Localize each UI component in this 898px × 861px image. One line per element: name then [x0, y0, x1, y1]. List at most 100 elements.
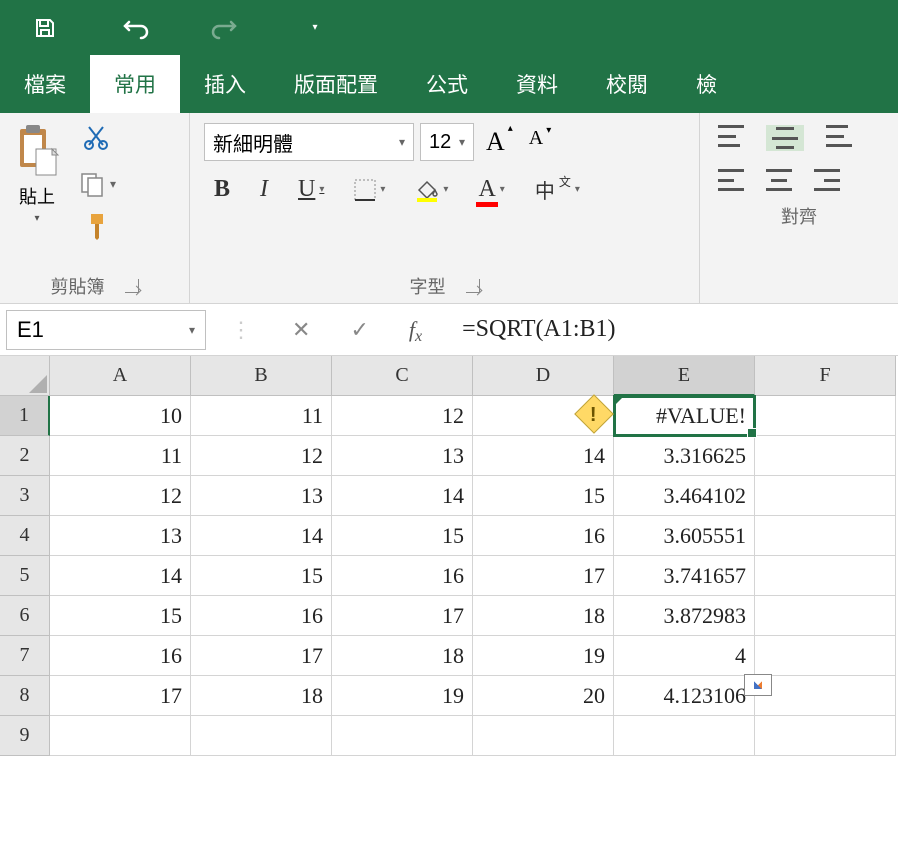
name-box[interactable]: E1 ▾ [6, 310, 206, 350]
tab-5[interactable]: 資料 [492, 55, 582, 113]
insert-function-button[interactable]: fx [409, 317, 422, 343]
tab-1[interactable]: 常用 [90, 55, 180, 113]
cell[interactable]: 16 [191, 596, 332, 636]
cancel-formula-button[interactable]: ✕ [292, 317, 310, 343]
cell[interactable]: 16 [473, 516, 614, 556]
redo-icon[interactable] [210, 13, 240, 43]
cell[interactable]: 11 [191, 396, 332, 436]
column-header[interactable]: F [755, 356, 896, 396]
tab-0[interactable]: 檔案 [0, 55, 90, 113]
increase-font-button[interactable]: A▴ [486, 127, 505, 157]
cell[interactable]: 18 [473, 596, 614, 636]
cell[interactable] [755, 596, 896, 636]
cell[interactable]: 3.872983 [614, 596, 755, 636]
column-header[interactable]: B [191, 356, 332, 396]
font-color-button[interactable]: A ▾ [478, 176, 504, 203]
cell[interactable]: 17 [191, 636, 332, 676]
tab-3[interactable]: 版面配置 [270, 55, 402, 113]
fill-color-button[interactable]: ▾ [415, 178, 448, 202]
cell[interactable]: 12 [50, 476, 191, 516]
row-header[interactable]: 6 [0, 596, 50, 636]
save-icon[interactable] [30, 13, 60, 43]
column-header[interactable]: C [332, 356, 473, 396]
cell[interactable]: 10 [50, 396, 191, 436]
row-header[interactable]: 3 [0, 476, 50, 516]
cell[interactable]: 4.123106 [614, 676, 755, 716]
copy-button[interactable]: ▾ [78, 170, 116, 198]
dialog-launcher-icon[interactable] [466, 279, 480, 293]
cell[interactable] [755, 636, 896, 676]
row-header[interactable]: 8 [0, 676, 50, 716]
cut-button[interactable] [83, 123, 111, 156]
cell[interactable] [755, 516, 896, 556]
align-top-button[interactable] [718, 125, 744, 151]
cell[interactable]: 18 [332, 636, 473, 676]
cell[interactable]: 19 [332, 676, 473, 716]
cell[interactable]: 14 [50, 556, 191, 596]
cell[interactable]: 4 [614, 636, 755, 676]
tab-4[interactable]: 公式 [402, 55, 492, 113]
cell[interactable] [50, 716, 191, 756]
tab-7[interactable]: 檢 [672, 55, 741, 113]
underline-button[interactable]: U▾ [298, 176, 324, 203]
column-header[interactable]: D [473, 356, 614, 396]
cell[interactable]: 15 [191, 556, 332, 596]
select-all-corner[interactable] [0, 356, 50, 396]
qat-customize-icon[interactable]: ▾ [300, 13, 330, 43]
cell[interactable]: 12 [191, 436, 332, 476]
cell[interactable] [473, 716, 614, 756]
cell[interactable]: 3.316625 [614, 436, 755, 476]
cell[interactable] [755, 556, 896, 596]
cell[interactable]: 15 [332, 516, 473, 556]
row-header[interactable]: 9 [0, 716, 50, 756]
cell[interactable] [755, 476, 896, 516]
cell[interactable]: 15 [473, 476, 614, 516]
row-header[interactable]: 1 [0, 396, 50, 436]
cell[interactable]: #VALUE! [614, 396, 755, 436]
dialog-launcher-icon[interactable] [125, 279, 139, 293]
align-right-button[interactable] [814, 169, 840, 191]
borders-button[interactable]: ▾ [354, 179, 385, 201]
cell[interactable] [332, 716, 473, 756]
cell[interactable]: 17 [50, 676, 191, 716]
cell[interactable]: 11 [50, 436, 191, 476]
cell[interactable] [755, 676, 896, 716]
cell[interactable]: 16 [332, 556, 473, 596]
cell[interactable]: 19 [473, 636, 614, 676]
align-center-button[interactable] [766, 169, 792, 191]
cell[interactable]: 17 [332, 596, 473, 636]
align-middle-button[interactable] [766, 125, 804, 151]
align-bottom-button[interactable] [826, 125, 852, 151]
italic-button[interactable]: I [260, 176, 268, 203]
cell[interactable] [614, 716, 755, 756]
font-size-selector[interactable]: 12 ▾ [420, 123, 474, 161]
cell[interactable]: 12 [332, 396, 473, 436]
undo-icon[interactable] [120, 13, 150, 43]
row-header[interactable]: 2 [0, 436, 50, 476]
spreadsheet-grid[interactable]: ABCDEF110111213#VALUE!2111213143.3166253… [0, 356, 898, 756]
cell[interactable]: 3.605551 [614, 516, 755, 556]
decrease-font-button[interactable]: A▾ [515, 127, 543, 157]
enter-formula-button[interactable]: ✓ [350, 317, 368, 343]
cell[interactable] [755, 436, 896, 476]
cell[interactable]: 13 [191, 476, 332, 516]
cell[interactable]: 3.741657 [614, 556, 755, 596]
column-header[interactable]: A [50, 356, 191, 396]
cell[interactable]: 15 [50, 596, 191, 636]
cell[interactable] [191, 716, 332, 756]
font-name-selector[interactable]: 新細明體 ▾ [204, 123, 414, 161]
cell[interactable] [755, 396, 896, 436]
row-header[interactable]: 4 [0, 516, 50, 556]
cell[interactable] [755, 716, 896, 756]
align-left-button[interactable] [718, 169, 744, 191]
cell[interactable]: 16 [50, 636, 191, 676]
cell[interactable]: 13 [50, 516, 191, 556]
row-header[interactable]: 5 [0, 556, 50, 596]
cell[interactable]: 18 [191, 676, 332, 716]
paste-button[interactable]: 貼上 ▾ [8, 119, 66, 228]
cell[interactable]: 14 [473, 436, 614, 476]
cell[interactable]: 3.464102 [614, 476, 755, 516]
cell[interactable]: 14 [332, 476, 473, 516]
cell[interactable]: 17 [473, 556, 614, 596]
row-header[interactable]: 7 [0, 636, 50, 676]
